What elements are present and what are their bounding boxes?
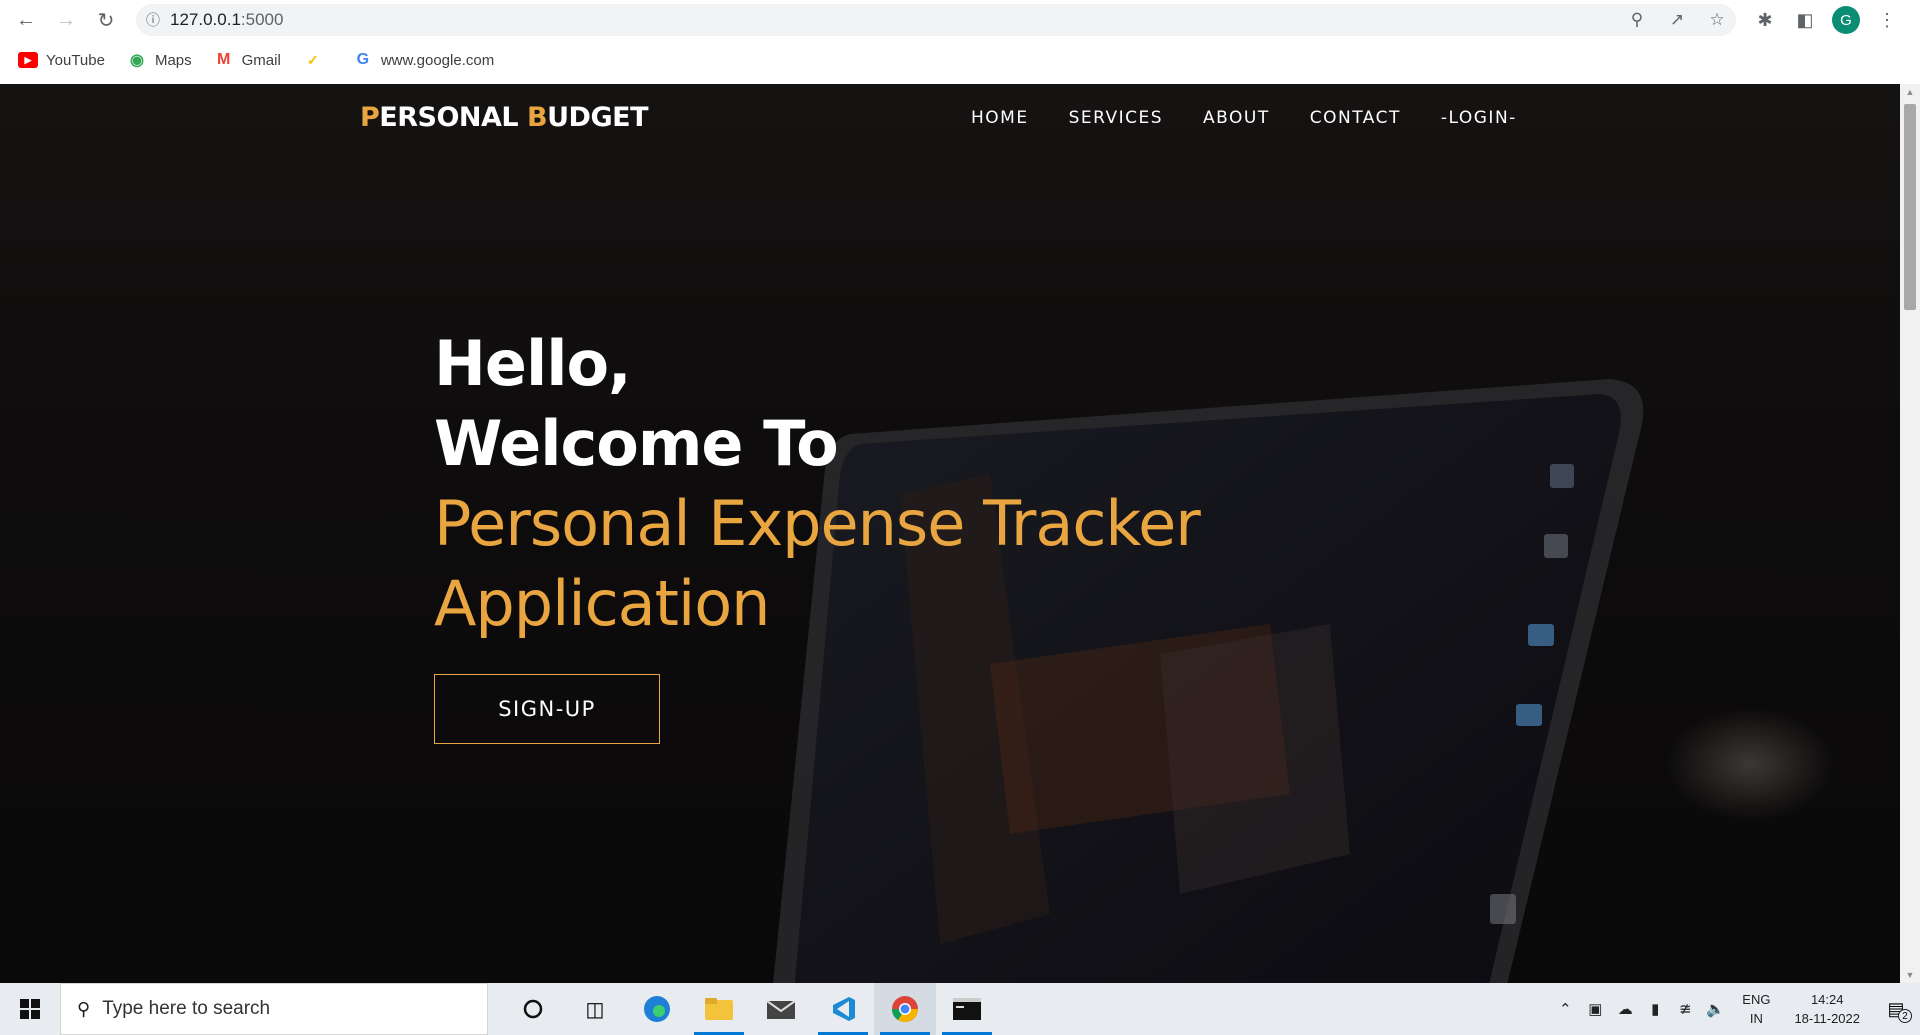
site-info-icon[interactable]: ⓘ [136, 10, 170, 30]
hero-heading: Hello, Welcome To Personal Expense Track… [434, 324, 1201, 644]
reload-button[interactable]: ↻ [86, 0, 126, 40]
url-host: 127.0.0.1 [170, 10, 241, 29]
zoom-icon[interactable]: ⚲ [1624, 10, 1650, 30]
address-bar[interactable]: ⓘ 127.0.0.1:5000 ⚲ ↗ ☆ [136, 4, 1736, 36]
system-tray: ⌃ ▣ ☁ ▮ ≇ 🔈 ENG IN 14:24 18-11-2022 ▤ 2 [1550, 983, 1920, 1035]
nav-about[interactable]: ABOUT [1203, 108, 1270, 128]
volume-icon[interactable]: 🔈 [1700, 1000, 1730, 1018]
extensions-icon[interactable]: ✱ [1752, 10, 1778, 31]
show-hidden-icons-icon[interactable]: ⌃ [1550, 1000, 1580, 1018]
bookmark-label: www.google.com [380, 51, 495, 69]
bookmark-label: Maps [154, 51, 192, 69]
edge-icon[interactable] [626, 983, 688, 1035]
taskbar-search-placeholder: Type here to search [102, 998, 271, 1019]
hero-hello: Hello, [434, 327, 632, 400]
site-logo[interactable]: PERSONAL BUDGET [360, 102, 648, 133]
file-explorer-icon[interactable] [688, 983, 750, 1035]
forward-button[interactable]: → [46, 0, 86, 40]
bookmark-maps[interactable]: ◉ Maps [127, 51, 192, 70]
mail-icon[interactable] [750, 983, 812, 1035]
signup-button[interactable]: SIGN-UP [434, 674, 660, 744]
language-code: ENG [1742, 992, 1771, 1007]
page-viewport: PERSONAL BUDGET HOME SERVICES ABOUT CONT… [0, 84, 1900, 983]
main-nav: HOME SERVICES ABOUT CONTACT -LOGIN- [971, 108, 1517, 128]
start-button[interactable] [0, 983, 60, 1035]
clock-time: 14:24 [1810, 992, 1844, 1007]
notification-center-icon[interactable]: ▤ 2 [1872, 983, 1920, 1035]
vscode-icon[interactable] [812, 983, 874, 1035]
page-scrollbar[interactable]: ▲ ▼ [1900, 84, 1920, 983]
side-panel-icon[interactable]: ◧ [1792, 10, 1818, 31]
browser-chrome: ← → ↻ ⓘ 127.0.0.1:5000 ⚲ ↗ ☆ ✱ ◧ G ⋮ ▶ Y… [0, 0, 1920, 84]
google-icon: G [356, 51, 370, 68]
scroll-up-icon[interactable]: ▲ [1900, 84, 1920, 100]
gmail-icon: M [216, 51, 231, 68]
nav-contact[interactable]: CONTACT [1310, 108, 1401, 128]
cortana-icon[interactable] [502, 983, 564, 1035]
hero-app-name-line2: Application [434, 567, 770, 640]
address-url[interactable]: 127.0.0.1:5000 [170, 10, 283, 30]
notification-count: 2 [1898, 1009, 1912, 1023]
windows-logo-icon [20, 999, 40, 1019]
logo-text-personal: ERSONAL [379, 102, 528, 133]
url-port: :5000 [240, 10, 284, 29]
clock-date: 18-11-2022 [1794, 1011, 1860, 1026]
scroll-down-icon[interactable]: ▼ [1900, 967, 1920, 983]
back-button[interactable]: ← [6, 0, 46, 40]
profile-avatar[interactable]: G [1832, 6, 1860, 34]
chrome-icon[interactable] [874, 983, 936, 1035]
nav-login[interactable]: -LOGIN- [1441, 108, 1517, 128]
search-icon: ⚲ [77, 998, 91, 1019]
bookmark-label: Gmail [241, 51, 281, 69]
nav-services[interactable]: SERVICES [1069, 108, 1163, 128]
bookmark-app[interactable]: ✓ [303, 52, 331, 68]
region-code: IN [1749, 1011, 1763, 1026]
site-header: PERSONAL BUDGET HOME SERVICES ABOUT CONT… [0, 84, 1900, 156]
logo-text-budget: UDGET [547, 102, 648, 133]
input-language[interactable]: ENG IN [1730, 990, 1782, 1028]
battery-icon[interactable]: ▮ [1640, 1000, 1670, 1018]
hero-welcome: Welcome To [434, 407, 839, 480]
logo-initial-p: P [360, 102, 380, 133]
share-icon[interactable]: ↗ [1664, 10, 1690, 30]
youtube-icon: ▶ [18, 52, 38, 68]
scroll-thumb[interactable] [1904, 104, 1916, 310]
meet-icon[interactable]: ▣ [1580, 1000, 1610, 1018]
maps-icon: ◉ [129, 52, 144, 69]
taskbar-search[interactable]: ⚲ Type here to search [60, 983, 488, 1035]
bookmark-gmail[interactable]: M Gmail [214, 51, 281, 69]
nav-home[interactable]: HOME [971, 108, 1029, 128]
bookmark-youtube[interactable]: ▶ YouTube [18, 52, 105, 69]
onedrive-icon[interactable]: ☁ [1610, 1000, 1640, 1018]
wifi-icon[interactable]: ≇ [1670, 1000, 1700, 1018]
bookmark-google[interactable]: G www.google.com [353, 51, 495, 69]
terminal-icon[interactable] [936, 983, 998, 1035]
logo-initial-b: B [527, 102, 548, 133]
bookmark-label: YouTube [46, 51, 105, 69]
task-view-icon[interactable]: ◫ [564, 983, 626, 1035]
menu-kebab-icon[interactable]: ⋮ [1874, 10, 1900, 31]
bookmarks-bar: ▶ YouTube ◉ Maps M Gmail ✓ G www.google.… [0, 48, 494, 72]
bookmark-app-icon: ✓ [306, 51, 319, 68]
bookmark-star-icon[interactable]: ☆ [1704, 10, 1730, 30]
hero-app-name-line1: Personal Expense Tracker [434, 487, 1201, 560]
windows-taskbar: ⚲ Type here to search ◫ ⌃ ▣ ☁ ▮ ≇ 🔈 ENG … [0, 983, 1920, 1035]
taskbar-clock[interactable]: 14:24 18-11-2022 [1782, 990, 1872, 1028]
